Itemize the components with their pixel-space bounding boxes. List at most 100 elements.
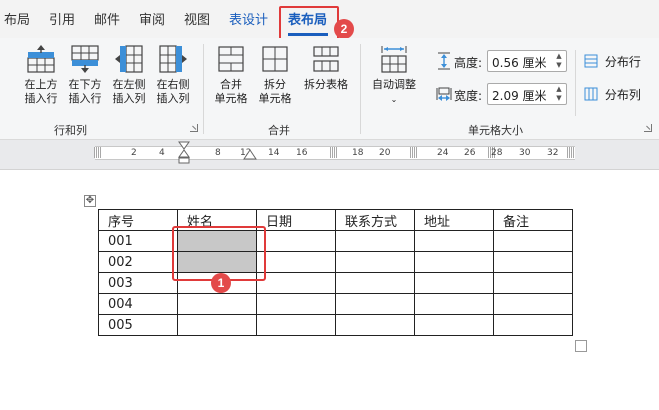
table-cell[interactable]: 005 <box>98 314 178 336</box>
width-spinner[interactable]: 2.09 厘米 ▲ ▼ <box>487 83 567 105</box>
table-cell[interactable] <box>493 272 573 294</box>
rows-columns-dialog-launcher[interactable] <box>190 124 198 132</box>
height-value: 0.56 厘米 <box>492 56 547 70</box>
table-row: 001 <box>98 230 573 252</box>
autofit-icon <box>381 46 407 73</box>
table-cell[interactable] <box>414 272 494 294</box>
table-cell[interactable]: 002 <box>98 251 178 273</box>
document-table: 序号 姓名 日期 联系方式 地址 备注 001 002 003 004 005 <box>98 209 573 336</box>
table-cell[interactable] <box>335 251 415 273</box>
insert-row-above-label-1: 在上方 <box>24 78 58 91</box>
width-label: 宽度: <box>454 89 483 103</box>
table-cell[interactable] <box>335 293 415 315</box>
step-badge-2: 2 <box>334 19 354 39</box>
insert-row-below-label-1: 在下方 <box>68 78 102 91</box>
indent-marker-icon[interactable] <box>178 141 190 169</box>
table-cell[interactable] <box>414 251 494 273</box>
table-cell[interactable] <box>414 293 494 315</box>
table-move-handle-icon[interactable]: ✥ <box>84 195 96 207</box>
spin-up-icon[interactable]: ▲ <box>554 52 564 61</box>
spin-up-icon[interactable]: ▲ <box>554 85 564 94</box>
table-cell[interactable] <box>335 230 415 252</box>
ruler-column-marker[interactable] <box>410 147 418 158</box>
table-row: 002 <box>98 251 573 273</box>
table-cell[interactable] <box>493 314 573 336</box>
insert-row-below-icon <box>71 45 99 73</box>
table-cell[interactable]: 003 <box>98 272 178 294</box>
insert-row-above-label-2: 插入行 <box>24 92 58 105</box>
autofit-button[interactable]: 自动调整 ⌄ <box>366 44 422 107</box>
tab-table-design[interactable]: 表设计 <box>229 13 268 29</box>
table-cell[interactable] <box>335 272 415 294</box>
table-row: 004 <box>98 293 573 315</box>
ruler-number: 8 <box>215 148 221 158</box>
table-cell[interactable] <box>177 293 257 315</box>
ruler-number: 32 <box>547 148 559 158</box>
table-cell[interactable] <box>493 251 573 273</box>
split-table-icon <box>313 46 339 72</box>
distribute-columns-label: 分布列 <box>604 88 641 102</box>
tab-mailings[interactable]: 邮件 <box>94 13 120 29</box>
tab-review[interactable]: 审阅 <box>139 13 165 29</box>
ruler-column-marker[interactable] <box>330 147 338 158</box>
split-cells-icon <box>262 46 288 72</box>
table-cell[interactable]: 001 <box>98 230 178 252</box>
tab-layout[interactable]: 布局 <box>4 13 30 29</box>
table-cell[interactable] <box>335 314 415 336</box>
tab-view[interactable]: 视图 <box>184 13 210 29</box>
header-cell[interactable]: 日期 <box>256 209 336 231</box>
ruler-number: 4 <box>159 148 165 158</box>
insert-column-right-button[interactable]: 在右侧 插入列 <box>150 44 196 106</box>
table-cell[interactable] <box>256 314 336 336</box>
split-table-label: 拆分表格 <box>304 78 348 91</box>
merge-cells-button[interactable]: 合并 单元格 <box>209 44 253 106</box>
cell-size-dialog-launcher[interactable] <box>644 124 652 132</box>
table-cell[interactable] <box>414 314 494 336</box>
table-cell[interactable] <box>493 293 573 315</box>
table-cell[interactable] <box>256 230 336 252</box>
table-cell[interactable] <box>414 230 494 252</box>
distribute-columns-button[interactable]: 分布列 <box>584 86 641 103</box>
column-marker-icon[interactable] <box>243 148 257 160</box>
split-cells-button[interactable]: 拆分 单元格 <box>253 44 297 106</box>
insert-column-left-button[interactable]: 在左侧 插入列 <box>106 44 152 106</box>
ruler-column-marker[interactable] <box>94 147 102 158</box>
ruler-column-marker[interactable] <box>567 147 575 158</box>
table-cell[interactable] <box>177 314 257 336</box>
ruler-number: 2 <box>131 148 137 158</box>
group-label-cell-size: 单元格大小 <box>468 124 523 137</box>
header-cell[interactable]: 地址 <box>414 209 494 231</box>
height-spinner[interactable]: 0.56 厘米 ▲ ▼ <box>487 50 567 72</box>
ribbon-separator <box>360 44 361 134</box>
header-cell[interactable]: 序号 <box>98 209 178 231</box>
insert-column-right-icon <box>159 45 187 73</box>
ruler-number: 20 <box>379 148 391 158</box>
table-cell[interactable] <box>493 230 573 252</box>
table-resize-handle[interactable] <box>575 340 587 352</box>
tab-references[interactable]: 引用 <box>49 13 75 29</box>
table-cell[interactable]: 004 <box>98 293 178 315</box>
autofit-label: 自动调整 <box>372 78 416 91</box>
split-cells-label-1: 拆分 <box>264 78 286 91</box>
insert-row-below-label-2: 插入行 <box>68 92 102 105</box>
insert-row-above-icon <box>27 45 55 73</box>
split-table-button[interactable]: 拆分表格 <box>297 44 355 92</box>
ruler-number: 16 <box>296 148 308 158</box>
distribute-rows-button[interactable]: 分布行 <box>584 53 641 70</box>
spin-down-icon[interactable]: ▼ <box>554 94 564 103</box>
spin-down-icon[interactable]: ▼ <box>554 61 564 70</box>
table-cell[interactable] <box>256 251 336 273</box>
merge-cells-icon <box>218 46 244 72</box>
insert-row-above-button[interactable]: 在上方 插入行 <box>18 44 64 106</box>
table-cell[interactable] <box>256 272 336 294</box>
header-cell[interactable]: 联系方式 <box>335 209 415 231</box>
ruler-number: 28 <box>491 148 503 158</box>
ruler-number: 14 <box>268 148 280 158</box>
merge-cells-label-2: 单元格 <box>214 92 248 105</box>
table-cell[interactable] <box>256 293 336 315</box>
column-width-icon <box>436 87 452 101</box>
row-height-icon <box>438 52 450 70</box>
distribute-rows-label: 分布行 <box>604 55 641 69</box>
header-cell[interactable]: 备注 <box>493 209 573 231</box>
insert-row-below-button[interactable]: 在下方 插入行 <box>62 44 108 106</box>
